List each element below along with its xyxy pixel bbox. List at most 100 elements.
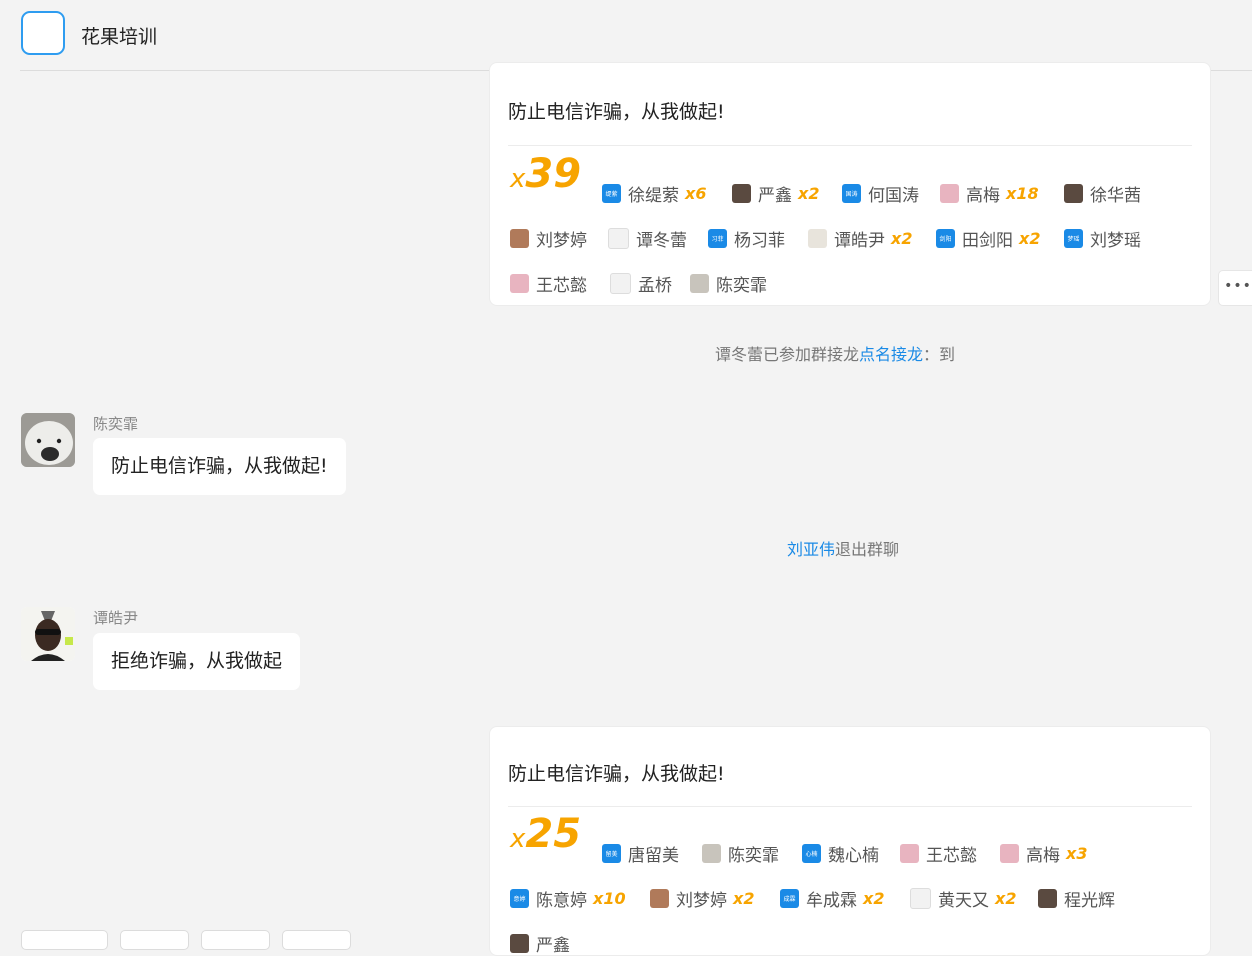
relay-card-divider — [508, 145, 1192, 146]
participant[interactable]: 刘梦婷 — [510, 226, 587, 251]
participant-multiplier: x18 — [1006, 184, 1039, 203]
toolbar-tab[interactable] — [21, 930, 108, 950]
participant-multiplier: x3 — [1066, 844, 1088, 863]
group-title: 花果培训 — [81, 26, 158, 48]
participant-name: 魏心楠 — [828, 846, 879, 866]
message-bubble[interactable]: 拒绝诈骗，从我做起 — [93, 633, 301, 690]
participant-name: 刘梦婷 — [676, 891, 727, 911]
participant-avatar — [510, 229, 529, 248]
system-message-joined: 谭冬蕾已参加群接龙点名接龙：到 — [715, 345, 956, 364]
relay-card-divider — [508, 806, 1192, 807]
participant-name: 王芯懿 — [536, 276, 587, 296]
participant[interactable]: 缇萦 徐缇萦 x6 — [602, 181, 706, 206]
participant-avatar — [690, 274, 709, 293]
participant[interactable]: 谭冬蕾 — [608, 226, 687, 251]
participant[interactable]: 陈奕霏 — [702, 841, 779, 866]
participant-multiplier: x6 — [685, 184, 707, 203]
participant-name: 刘梦婷 — [536, 231, 587, 251]
participant[interactable]: 严鑫 — [510, 931, 570, 956]
participant-avatar: 国涛 — [842, 184, 861, 203]
participant[interactable]: 留美 唐留美 — [602, 841, 679, 866]
participant-name: 黄天又 — [938, 891, 989, 911]
participant-name: 陈奕霏 — [728, 846, 779, 866]
participant-name: 严鑫 — [536, 936, 570, 956]
participant-avatar: 剑阳 — [936, 229, 955, 248]
system-message-left: 刘亚伟退出群聊 — [787, 540, 900, 559]
participant-avatar — [510, 274, 529, 293]
participant-avatar — [732, 184, 751, 203]
participant[interactable]: 谭皓尹 x2 — [808, 226, 912, 251]
participant[interactable]: 国涛 何国涛 — [842, 181, 919, 206]
participant-avatar — [940, 184, 959, 203]
participant-name: 严鑫 — [758, 186, 792, 206]
participant-multiplier: x2 — [863, 889, 885, 908]
participant-multiplier: x2 — [798, 184, 820, 203]
participant[interactable]: 黄天又 x2 — [910, 886, 1016, 911]
participant-avatar — [1038, 889, 1057, 908]
participant-name: 田剑阳 — [962, 231, 1013, 251]
sender-name: 谭皓尹 — [93, 609, 139, 627]
participant-name: 唐留美 — [628, 846, 679, 866]
participant[interactable]: 程光辉 — [1038, 886, 1115, 911]
participant[interactable]: 刘梦婷 x2 — [650, 886, 754, 911]
participant-avatar — [610, 273, 631, 294]
participant-name: 徐缇萦 — [628, 186, 679, 206]
group-avatar[interactable] — [21, 11, 65, 55]
avatar[interactable] — [21, 607, 75, 661]
chat-header: 花果培训 — [0, 0, 1252, 71]
participant[interactable]: 王芯懿 — [510, 271, 587, 296]
participant-avatar — [808, 229, 827, 248]
participant[interactable]: 陈奕霏 — [690, 271, 767, 296]
participant[interactable]: 意婷 陈意婷 x10 — [510, 886, 626, 911]
participant-avatar — [702, 844, 721, 863]
relay-count: x25 — [510, 811, 582, 857]
participant-avatar — [900, 844, 919, 863]
participant[interactable]: 王芯懿 — [900, 841, 977, 866]
relay-card[interactable]: 防止电信诈骗，从我做起! x25 留美 唐留美 陈奕霏 心楠 魏心楠 王芯懿 高梅 x3 意婷陈… — [489, 726, 1211, 956]
participant-name: 谭皓尹 — [834, 231, 885, 251]
message-bubble[interactable]: 防止电信诈骗，从我做起! — [93, 438, 346, 495]
participant[interactable]: 徐华茜 — [1064, 181, 1141, 206]
participant-avatar: 缇萦 — [602, 184, 621, 203]
participant-name: 王芯懿 — [926, 846, 977, 866]
participant[interactable]: 剑阳 田剑阳 x2 — [936, 226, 1040, 251]
participant-name: 杨习菲 — [734, 231, 785, 251]
participant-multiplier: x2 — [995, 889, 1017, 908]
participant-multiplier: x2 — [1019, 229, 1041, 248]
participant-avatar — [510, 934, 529, 953]
toolbar-tab[interactable] — [282, 930, 351, 950]
participant-name: 高梅 — [1026, 846, 1060, 866]
participant-name: 何国涛 — [868, 186, 919, 206]
relay-card-title: 防止电信诈骗，从我做起! — [508, 763, 725, 785]
participant[interactable]: 习菲 杨习菲 — [708, 226, 785, 251]
participant-avatar: 意婷 — [510, 889, 529, 908]
toolbar-tab[interactable] — [120, 930, 189, 950]
participant[interactable]: 高梅 x18 — [940, 181, 1039, 206]
participant-name: 孟桥 — [638, 276, 672, 296]
participant-avatar: 心楠 — [802, 844, 821, 863]
participant-multiplier: x2 — [891, 229, 913, 248]
participant[interactable]: 成霖 牟成霖 x2 — [780, 886, 884, 911]
participant-multiplier: x10 — [593, 889, 626, 908]
participant[interactable]: 孟桥 — [610, 271, 672, 296]
participant-avatar — [608, 228, 629, 249]
participant-name: 刘梦瑶 — [1090, 231, 1141, 251]
participant-avatar — [1064, 184, 1083, 203]
participant[interactable]: 严鑫 x2 — [732, 181, 819, 206]
user-link[interactable]: 刘亚伟 — [787, 540, 835, 559]
relay-card-title: 防止电信诈骗，从我做起! — [508, 101, 725, 123]
avatar[interactable] — [21, 413, 75, 467]
relay-count: x39 — [510, 151, 582, 197]
participant-avatar — [1000, 844, 1019, 863]
participant-multiplier: x2 — [733, 889, 755, 908]
participant-avatar: 习菲 — [708, 229, 727, 248]
relay-card[interactable]: 防止电信诈骗，从我做起! x39 缇萦 徐缇萦 x6 严鑫 x2 国涛 何国涛 高梅 x18 徐华… — [489, 62, 1211, 306]
toolbar-tab[interactable] — [201, 930, 270, 950]
participant[interactable]: 高梅 x3 — [1000, 841, 1087, 866]
participant-name: 徐华茜 — [1090, 186, 1141, 206]
relay-link[interactable]: 点名接龙 — [859, 345, 923, 364]
participant[interactable]: 心楠 魏心楠 — [802, 841, 879, 866]
more-options-button[interactable]: ••• — [1218, 270, 1252, 306]
participant[interactable]: 梦瑶 刘梦瑶 — [1064, 226, 1141, 251]
sender-name: 陈奕霏 — [93, 415, 139, 433]
